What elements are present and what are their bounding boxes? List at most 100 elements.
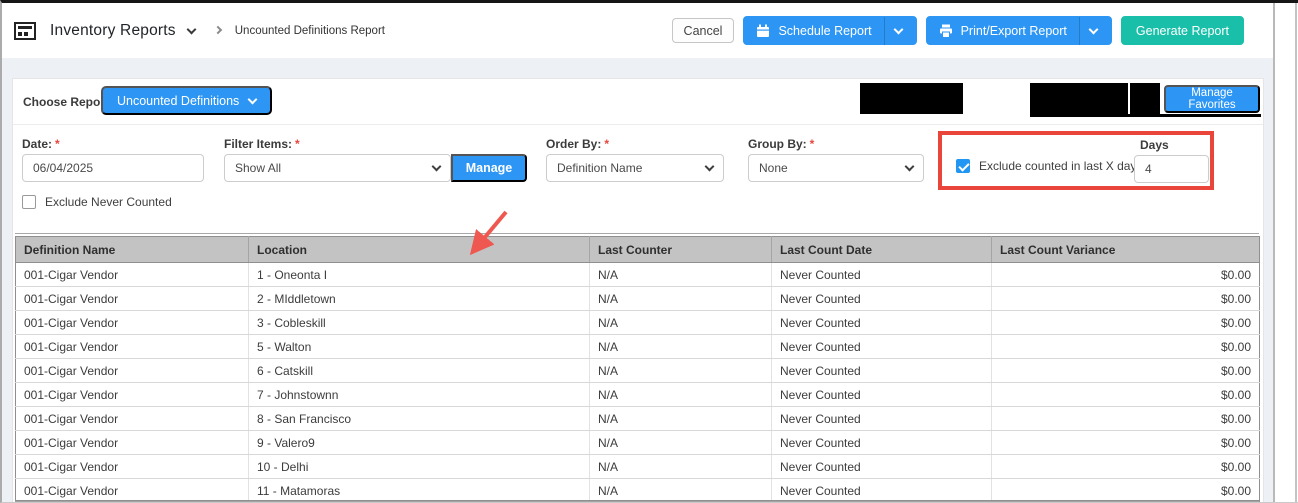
cell-last-count-date: Never Counted [771,406,992,431]
table-top-hairline [15,233,1259,234]
chevron-down-icon[interactable] [893,24,904,34]
table-row[interactable]: 001-Cigar Vendor 7 - Johnstownn N/A Neve… [15,382,1260,407]
cell-last-counter: N/A [589,430,772,455]
cell-last-count-date: Never Counted [771,430,992,455]
cell-last-count-variance: $0.00 [991,430,1260,455]
cell-last-count-date: Never Counted [771,262,992,287]
cell-last-counter: N/A [589,334,772,359]
cell-definition-name: 001-Cigar Vendor [15,358,249,383]
chevron-down-icon [904,161,915,171]
redacted-box [1030,83,1128,114]
required-marker: * [55,137,60,151]
window-right-edge [1295,3,1297,502]
annotation-highlight-box: Exclude counted in last X days Days 4 [938,131,1214,190]
group-by-select[interactable]: None [748,154,924,182]
filter-items-label: Filter Items: * [224,137,300,151]
button-divider [883,16,885,45]
schedule-report-label: Schedule Report [778,23,872,38]
cell-last-counter: N/A [589,406,772,431]
cell-last-counter: N/A [589,310,772,335]
date-input[interactable]: 06/04/2025 [22,154,204,182]
generate-report-button[interactable]: Generate Report [1120,16,1244,45]
group-by-label: Group By: * [748,137,815,151]
table-row[interactable]: 001-Cigar Vendor 5 - Walton N/A Never Co… [15,334,1260,359]
exclude-never-counted-checkbox[interactable] [22,195,36,209]
app-window: Inventory Reports Uncounted Definitions … [0,0,1298,503]
cell-last-count-variance: $0.00 [991,310,1260,335]
chevron-down-icon [431,161,442,171]
printer-icon [939,24,952,38]
required-marker: * [809,137,815,151]
table-row[interactable]: 001-Cigar Vendor 8 - San Francisco N/A N… [15,406,1260,431]
days-input[interactable]: 4 [1134,155,1209,183]
cell-location: 10 - Delhi [248,454,590,479]
cell-definition-name: 001-Cigar Vendor [15,310,249,335]
column-header-definition-name[interactable]: Definition Name [15,236,249,263]
table-row[interactable]: 001-Cigar Vendor 2 - MIddletown N/A Neve… [15,286,1260,311]
table-row[interactable]: 001-Cigar Vendor 3 - Cobleskill N/A Neve… [15,310,1260,335]
schedule-report-button[interactable]: Schedule Report [743,16,917,45]
choose-report-label: Choose Report [23,95,110,109]
cell-last-count-variance: $0.00 [991,286,1260,311]
column-header-last-count-variance[interactable]: Last Count Variance [991,236,1260,263]
cell-location: 2 - MIddletown [248,286,590,311]
required-marker: * [295,137,300,151]
order-by-select[interactable]: Definition Name [546,154,724,182]
manage-filter-items-button[interactable]: Manage [451,154,527,182]
cell-last-counter: N/A [589,382,772,407]
section-divider [13,124,1263,125]
cell-definition-name: 001-Cigar Vendor [15,406,249,431]
table-row[interactable]: 001-Cigar Vendor 9 - Valero9 N/A Never C… [15,430,1260,455]
cell-last-count-variance: $0.00 [991,478,1260,502]
manage-favorites-button[interactable]: Manage Favorites [1164,85,1260,113]
filter-items-select[interactable]: Show All [224,154,451,182]
chevron-down-icon [704,161,715,171]
cell-last-count-date: Never Counted [771,310,992,335]
cell-location: 6 - Catskill [248,358,590,383]
exclude-counted-row: Exclude counted in last X days [956,159,1142,173]
cell-last-count-date: Never Counted [771,358,992,383]
exclude-never-counted-row: Exclude Never Counted [22,195,172,209]
cell-location: 5 - Walton [248,334,590,359]
breadcrumb: Uncounted Definitions Report [234,24,385,37]
cancel-button[interactable]: Cancel [671,18,735,43]
table-header: Definition Name Location Last Counter La… [15,236,1260,263]
cell-last-count-variance: $0.00 [991,406,1260,431]
cell-location: 3 - Cobleskill [248,310,590,335]
content-area: Choose Report Uncounted Definitions Mana… [2,58,1274,502]
table-body: 001-Cigar Vendor 1 - Oneonta I N/A Never… [15,262,1260,502]
report-table: Definition Name Location Last Counter La… [15,236,1260,502]
column-header-location[interactable]: Location [248,236,590,263]
cell-last-count-variance: $0.00 [991,454,1260,479]
cell-last-count-variance: $0.00 [991,334,1260,359]
cell-last-count-variance: $0.00 [991,382,1260,407]
cell-location: 9 - Valero9 [248,430,590,455]
exclude-counted-checkbox[interactable] [956,159,970,173]
table-row[interactable]: 001-Cigar Vendor 10 - Delhi N/A Never Co… [15,454,1260,479]
report-type-dropdown[interactable]: Uncounted Definitions [101,86,273,115]
cell-definition-name: 001-Cigar Vendor [15,430,249,455]
cell-location: 1 - Oneonta I [248,262,590,287]
print-export-report-button[interactable]: Print/Export Report [925,16,1112,45]
table-row[interactable]: 001-Cigar Vendor 6 - Catskill N/A Never … [15,358,1260,383]
top-header: Inventory Reports Uncounted Definitions … [2,3,1274,58]
redacted-box [1130,83,1160,114]
days-label: Days [1140,138,1169,152]
cell-last-counter: N/A [589,286,772,311]
cell-definition-name: 001-Cigar Vendor [15,334,249,359]
cell-last-count-date: Never Counted [771,382,992,407]
cell-location: 7 - Johnstownn [248,382,590,407]
chevron-down-icon[interactable] [186,24,197,34]
chevron-down-icon[interactable] [1088,24,1099,34]
filter-items-value: Show All [235,161,282,175]
cell-last-counter: N/A [589,478,772,502]
column-header-last-counter[interactable]: Last Counter [589,236,772,263]
required-marker: * [604,137,610,151]
cell-last-counter: N/A [589,454,772,479]
table-row[interactable]: 001-Cigar Vendor 11 - Matamoras N/A Neve… [15,478,1260,502]
column-header-last-count-date[interactable]: Last Count Date [771,236,992,263]
table-row[interactable]: 001-Cigar Vendor 1 - Oneonta I N/A Never… [15,262,1260,287]
cell-definition-name: 001-Cigar Vendor [15,478,249,502]
selected-report-label: Uncounted Definitions [117,93,240,108]
order-by-value: Definition Name [557,161,643,175]
